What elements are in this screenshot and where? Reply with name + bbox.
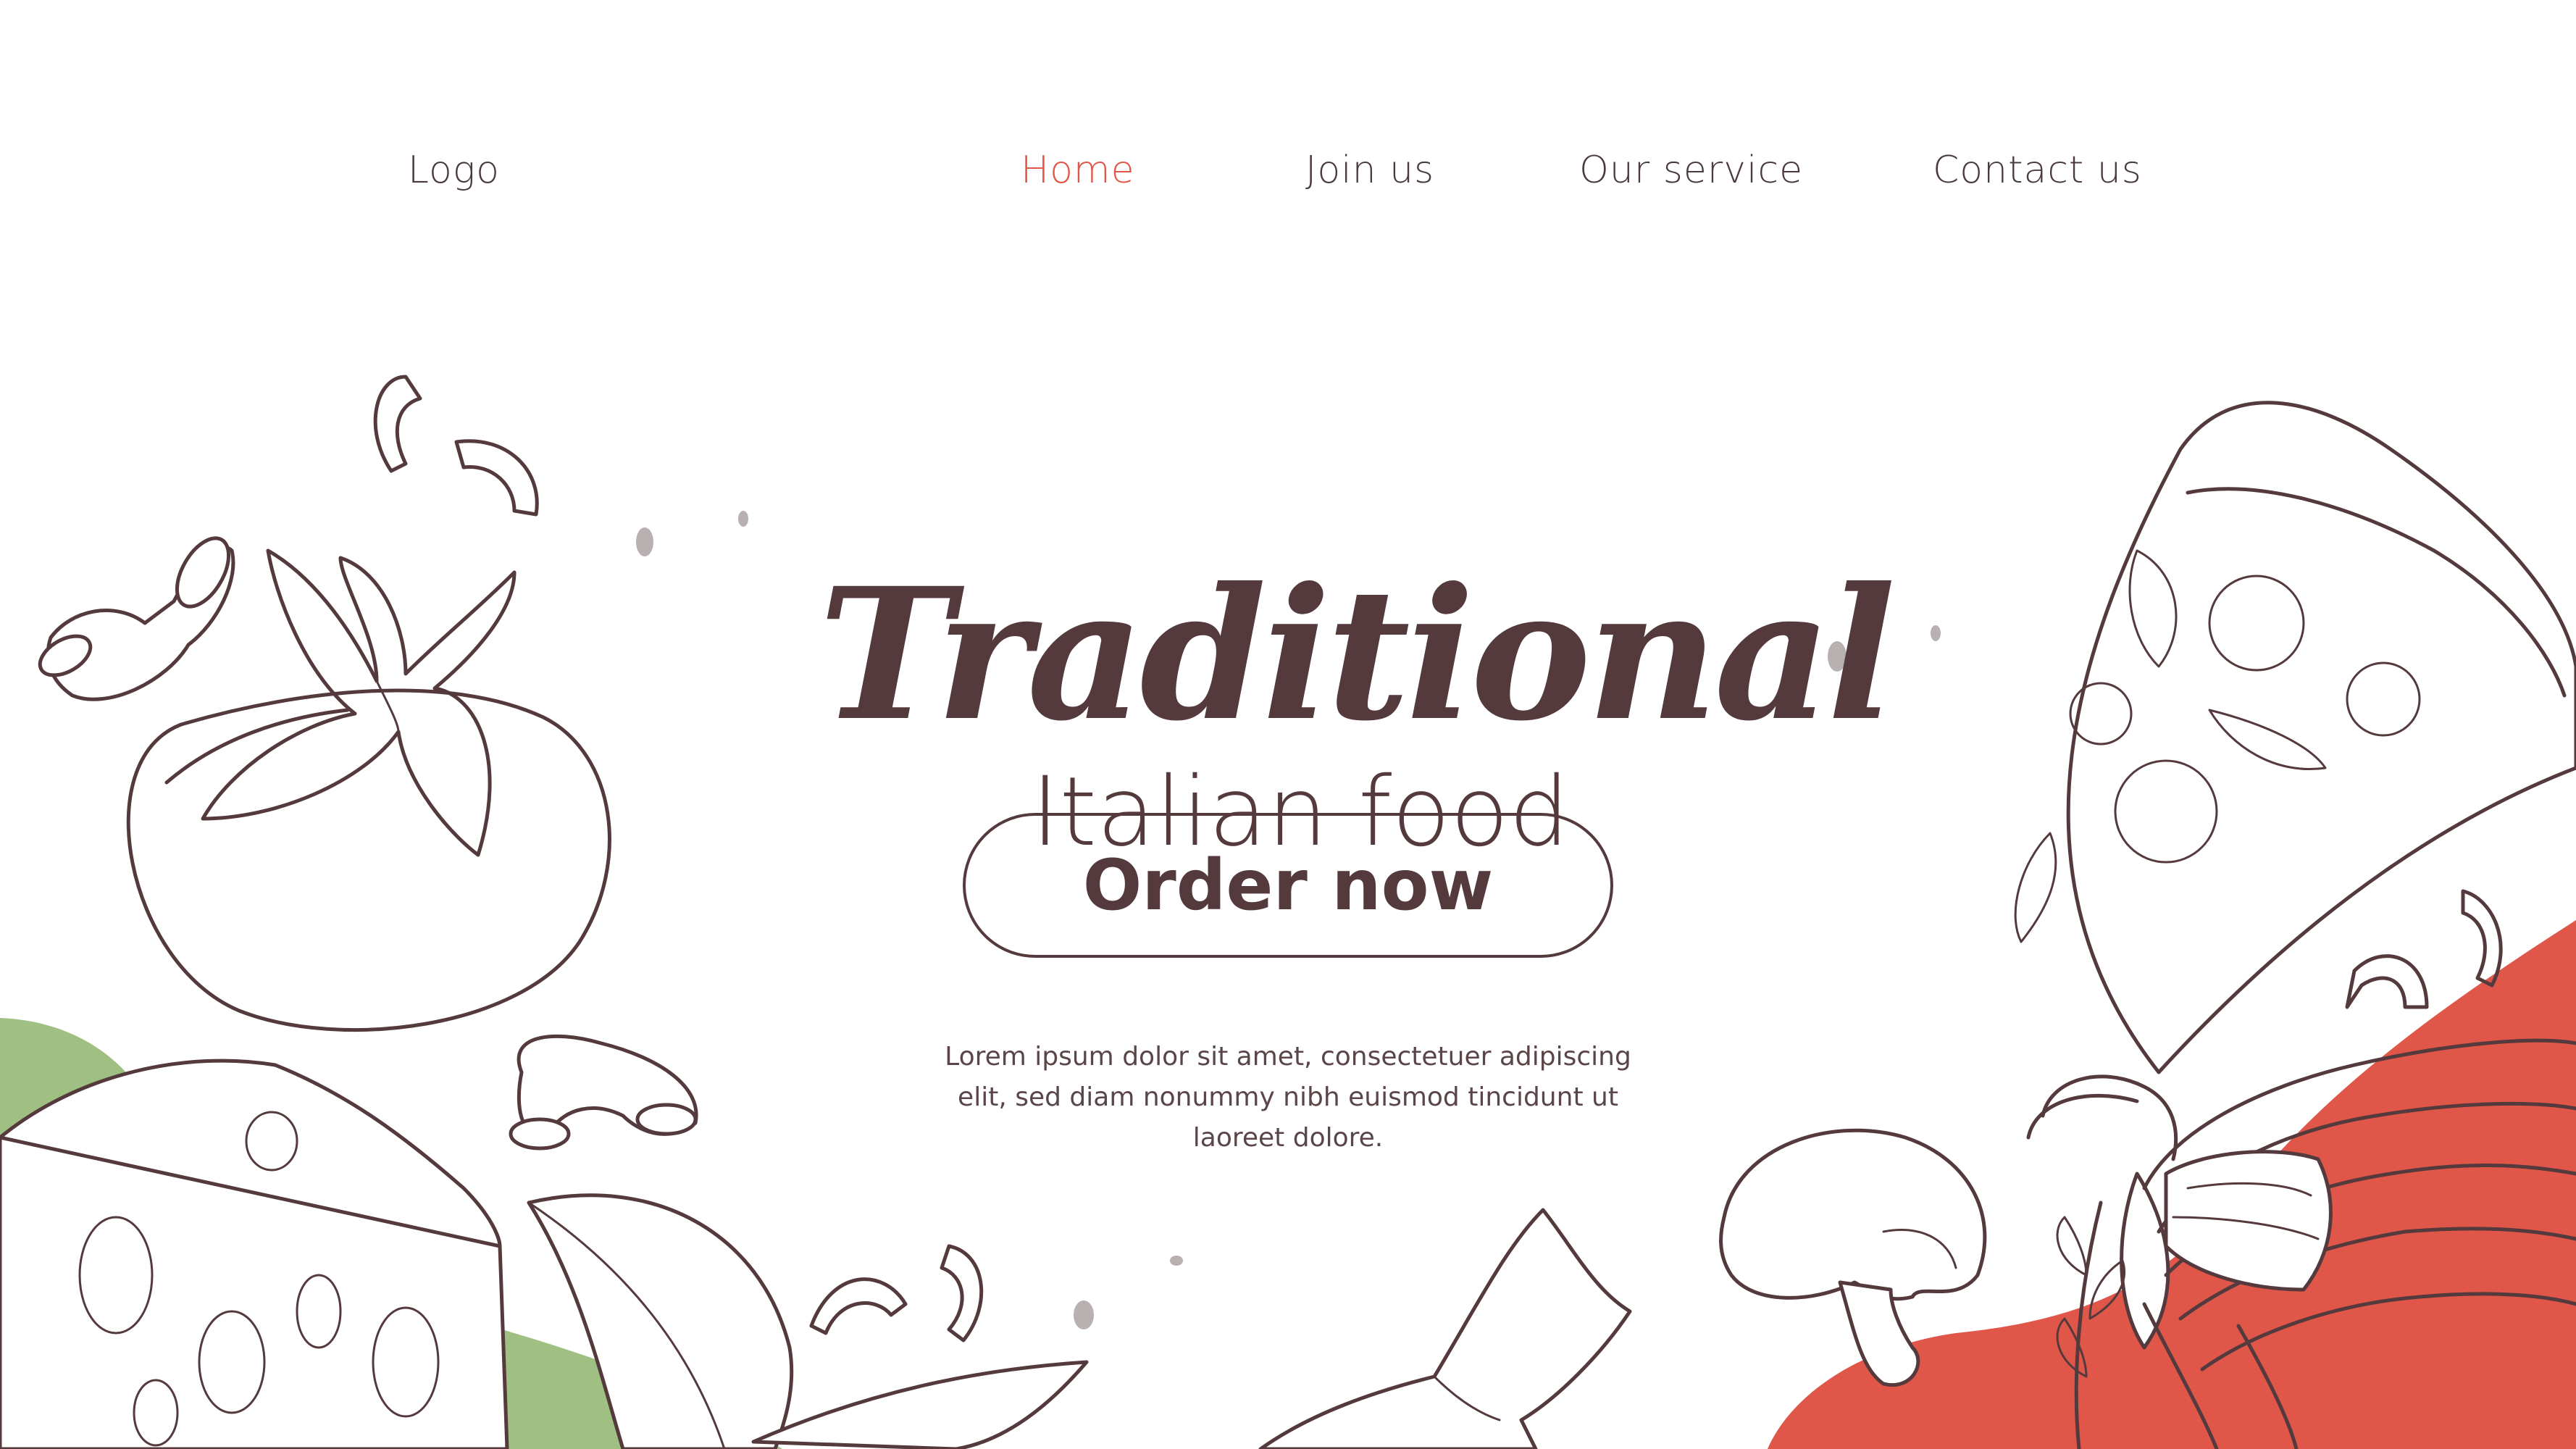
nav-item-contact-us[interactable]: Contact us: [1933, 149, 2142, 192]
pizza-slice-icon: [2014, 401, 2576, 1074]
nav-item-join-us[interactable]: Join us: [1305, 149, 1434, 192]
landing-page: Logo Home Join us Our service Contact us…: [0, 0, 2576, 1449]
nav-item-home[interactable]: Home: [1021, 149, 1135, 192]
main-navigation: Logo Home Join us Our service Contact us: [0, 149, 2576, 221]
order-now-button[interactable]: Order now: [963, 813, 1613, 958]
farfalle-icon: [1258, 1208, 1632, 1449]
logo[interactable]: Logo: [408, 149, 500, 192]
nav-item-our-service[interactable]: Our service: [1579, 149, 1803, 192]
hero-title: Traditional: [819, 547, 1896, 761]
hero-description: Lorem ipsum dolor sit amet, consectetuer…: [945, 1042, 1631, 1153]
cheese-icon: [0, 1058, 509, 1449]
